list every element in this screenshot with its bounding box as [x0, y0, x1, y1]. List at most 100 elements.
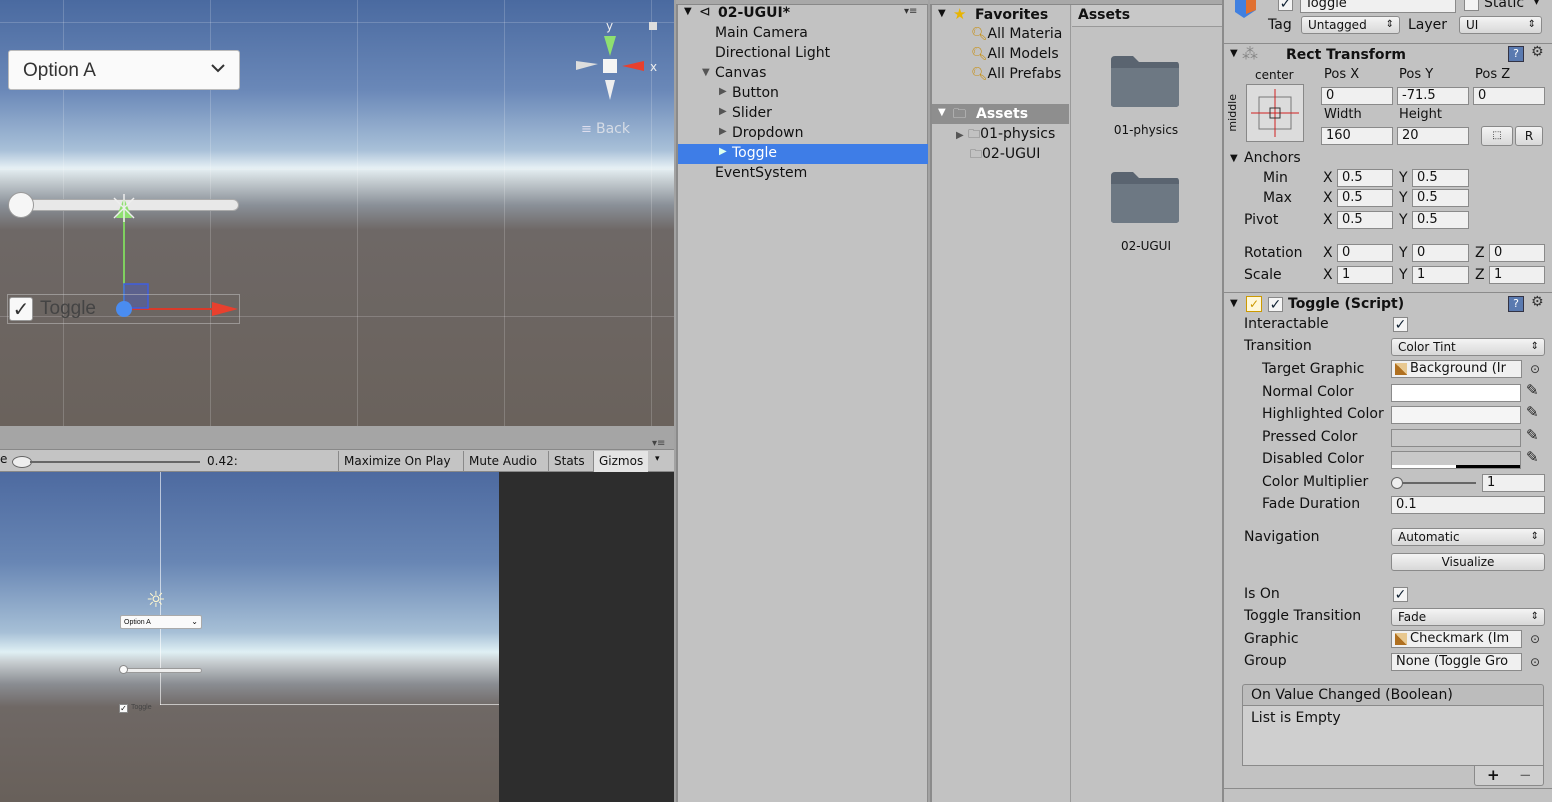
orientation-gizmo[interactable]: y x [570, 14, 670, 114]
rotation-y-field[interactable]: 0 [1412, 244, 1469, 262]
object-name-field[interactable]: Toggle [1300, 0, 1456, 13]
layer-dropdown[interactable]: UI ⇕ [1459, 16, 1542, 34]
collapsed-arrow-icon[interactable]: ▶ [719, 86, 727, 97]
mute-audio-button[interactable]: Mute Audio [463, 451, 542, 472]
is-on-checkbox[interactable]: ✓ [1393, 587, 1408, 602]
anchor-max-y-field[interactable]: 0.5 [1412, 189, 1469, 207]
hierarchy-item-eventsystem[interactable]: EventSystem [678, 164, 928, 184]
expand-arrow-icon[interactable]: ▼ [1230, 153, 1238, 164]
maximize-on-play-button[interactable]: Maximize On Play [338, 451, 456, 472]
expand-arrow-icon[interactable]: ▼ [938, 107, 946, 118]
hierarchy-item-directional-light[interactable]: Directional Light [678, 44, 928, 64]
help-icon[interactable]: ? [1508, 46, 1524, 62]
anchor-presets-button[interactable] [1246, 84, 1304, 142]
panel-menu-icon[interactable]: ▾≡ [652, 438, 665, 449]
object-picker-icon[interactable]: ⊙ [1530, 655, 1540, 669]
hierarchy-item-dropdown[interactable]: ▶ Dropdown [678, 124, 928, 144]
scene-dropdown[interactable]: Option A [8, 50, 240, 90]
favorite-all-models[interactable]: 🔍︎All Models [971, 46, 1059, 66]
breadcrumb-assets[interactable]: Assets [1078, 7, 1130, 23]
gizmos-dropdown-icon[interactable]: ▾ [655, 454, 660, 464]
gizmos-button[interactable]: Gizmos [593, 451, 649, 472]
hierarchy-item-button[interactable]: ▶ Button [678, 84, 928, 104]
target-graphic-field[interactable]: Background (Ir [1391, 360, 1522, 378]
remove-event-button[interactable]: − [1519, 766, 1532, 784]
collapsed-arrow-icon[interactable]: ▶ [719, 146, 727, 157]
width-field[interactable]: 160 [1321, 127, 1393, 145]
expand-arrow-icon[interactable]: ▼ [1230, 298, 1238, 309]
hierarchy-item-toggle[interactable]: ▶ Toggle [678, 144, 928, 164]
pos-z-field[interactable]: 0 [1473, 87, 1545, 105]
object-picker-icon[interactable]: ⊙ [1530, 362, 1540, 376]
collapsed-arrow-icon[interactable]: ▶ [719, 106, 727, 117]
eyedropper-icon[interactable]: ✎ [1526, 448, 1539, 466]
rotation-z-field[interactable]: 0 [1489, 244, 1545, 262]
group-field[interactable]: None (Toggle Gro [1391, 653, 1522, 671]
navigation-dropdown[interactable]: Automatic ⇕ [1391, 528, 1545, 546]
graphic-field[interactable]: Checkmark (Im [1391, 630, 1522, 648]
game-view[interactable] [0, 472, 499, 802]
scene-slider-handle[interactable] [8, 192, 34, 218]
pivot-y-field[interactable]: 0.5 [1412, 211, 1469, 229]
game-slider[interactable] [120, 668, 202, 673]
game-dropdown[interactable]: Option A ⌄ [120, 615, 202, 629]
tree-folder-02-ugui[interactable]: 🗀︎02-UGUI [970, 145, 1040, 165]
collapsed-arrow-icon[interactable]: ▶ [956, 130, 964, 141]
pressed-color-swatch[interactable] [1391, 429, 1521, 447]
fade-duration-field[interactable]: 0.1 [1391, 496, 1545, 514]
blueprint-mode-button[interactable]: ⬚ [1481, 126, 1513, 146]
disabled-color-swatch[interactable] [1391, 451, 1521, 469]
color-multiplier-field[interactable]: 1 [1482, 474, 1545, 492]
scale-x-field[interactable]: 1 [1337, 266, 1393, 284]
pos-y-field[interactable]: -71.5 [1397, 87, 1469, 105]
height-field[interactable]: 20 [1397, 127, 1469, 145]
hierarchy-item-slider[interactable]: ▶ Slider [678, 104, 928, 124]
object-picker-icon[interactable]: ⊙ [1530, 632, 1540, 646]
active-checkbox[interactable]: ✓ [1278, 0, 1293, 11]
collapsed-arrow-icon[interactable]: ▶ [719, 126, 727, 137]
expand-arrow-icon[interactable]: ▼ [938, 8, 946, 19]
scale-z-field[interactable]: 1 [1489, 266, 1545, 284]
favorite-all-materials[interactable]: 🔍︎All Materia [971, 26, 1062, 46]
transition-dropdown[interactable]: Color Tint ⇕ [1391, 338, 1545, 356]
eyedropper-icon[interactable]: ✎ [1526, 426, 1539, 444]
grid-folder-label[interactable]: 01-physics [1072, 123, 1220, 137]
color-multiplier-slider-handle[interactable] [1391, 477, 1403, 489]
favorite-all-prefabs[interactable]: 🔍︎All Prefabs [971, 66, 1061, 86]
anchor-min-x-field[interactable]: 0.5 [1337, 169, 1393, 187]
visualize-button[interactable]: Visualize [1391, 553, 1545, 571]
expand-arrow-icon[interactable]: ▼ [684, 6, 692, 17]
help-icon[interactable]: ? [1508, 296, 1524, 312]
stats-button[interactable]: Stats [548, 451, 590, 472]
pos-x-field[interactable]: 0 [1321, 87, 1393, 105]
hierarchy-menu-icon[interactable]: ▾≡ [904, 6, 917, 17]
gear-icon[interactable]: ⚙︎ [1531, 44, 1544, 60]
folder-icon[interactable] [1109, 168, 1181, 224]
anchor-max-x-field[interactable]: 0.5 [1337, 189, 1393, 207]
normal-color-swatch[interactable] [1391, 384, 1521, 402]
scale-y-field[interactable]: 1 [1412, 266, 1469, 284]
gear-icon[interactable]: ⚙︎ [1531, 294, 1544, 310]
tree-folder-01-physics[interactable]: ▶ 🗀︎01-physics [956, 125, 1055, 145]
anchor-min-y-field[interactable]: 0.5 [1412, 169, 1469, 187]
lock-icon[interactable] [649, 22, 657, 30]
static-dropdown-icon[interactable]: ▾ [1534, 0, 1539, 8]
game-toggle-checkbox[interactable]: ✓ [119, 704, 128, 713]
scale-slider-handle[interactable] [12, 456, 32, 468]
highlighted-color-swatch[interactable] [1391, 406, 1521, 424]
expand-arrow-icon[interactable]: ▼ [702, 67, 710, 78]
tag-dropdown[interactable]: Untagged ⇕ [1301, 16, 1400, 34]
grid-folder-label[interactable]: 02-UGUI [1072, 239, 1220, 253]
game-slider-handle[interactable] [119, 665, 128, 674]
color-multiplier-slider-track[interactable] [1398, 482, 1476, 484]
assets-tree-header[interactable]: ▼ 🗀︎ Assets [932, 104, 1069, 124]
raw-edit-button[interactable]: R [1515, 126, 1543, 146]
rotation-x-field[interactable]: 0 [1337, 244, 1393, 262]
static-checkbox[interactable] [1464, 0, 1479, 11]
hierarchy-item-main-camera[interactable]: Main Camera [678, 24, 928, 44]
eyedropper-icon[interactable]: ✎ [1526, 381, 1539, 399]
scene-toggle-checkbox[interactable]: ✓ [9, 297, 33, 321]
interactable-checkbox[interactable]: ✓ [1393, 317, 1408, 332]
toggle-transition-dropdown[interactable]: Fade ⇕ [1391, 608, 1545, 626]
add-event-button[interactable]: + [1487, 766, 1500, 784]
